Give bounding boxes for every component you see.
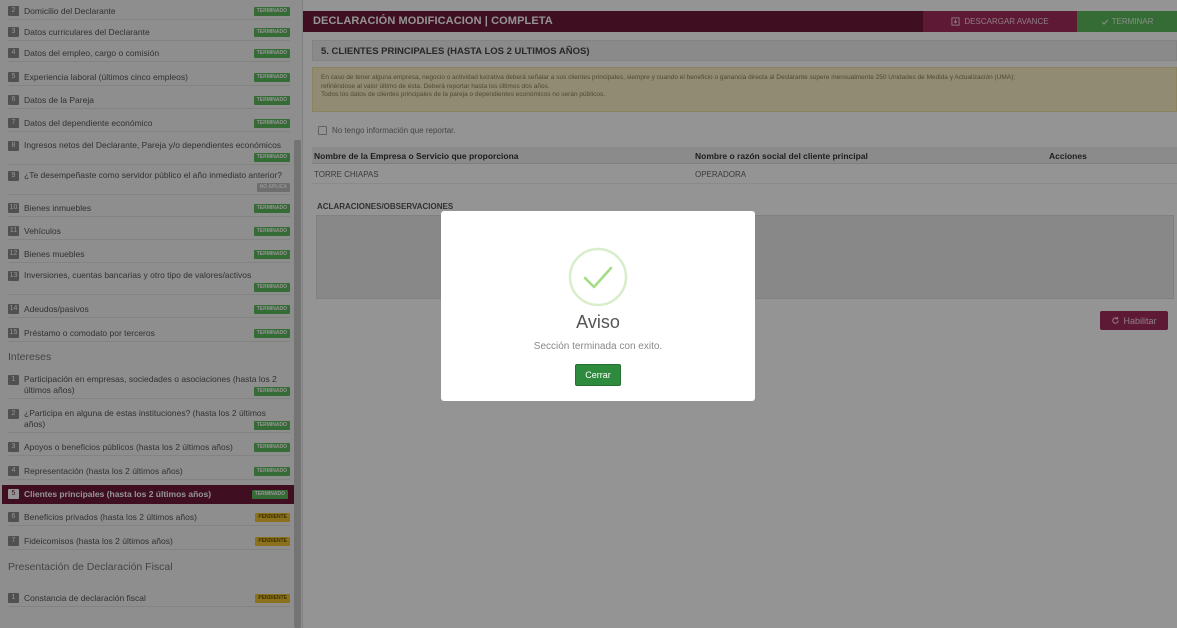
modal-title: Aviso — [576, 312, 620, 332]
success-check-icon — [568, 247, 628, 307]
close-button[interactable]: Cerrar — [575, 364, 621, 386]
alert-modal: Aviso Sección terminada con exito. Cerra… — [441, 211, 755, 401]
modal-message: Sección terminada con exito. — [533, 341, 663, 352]
